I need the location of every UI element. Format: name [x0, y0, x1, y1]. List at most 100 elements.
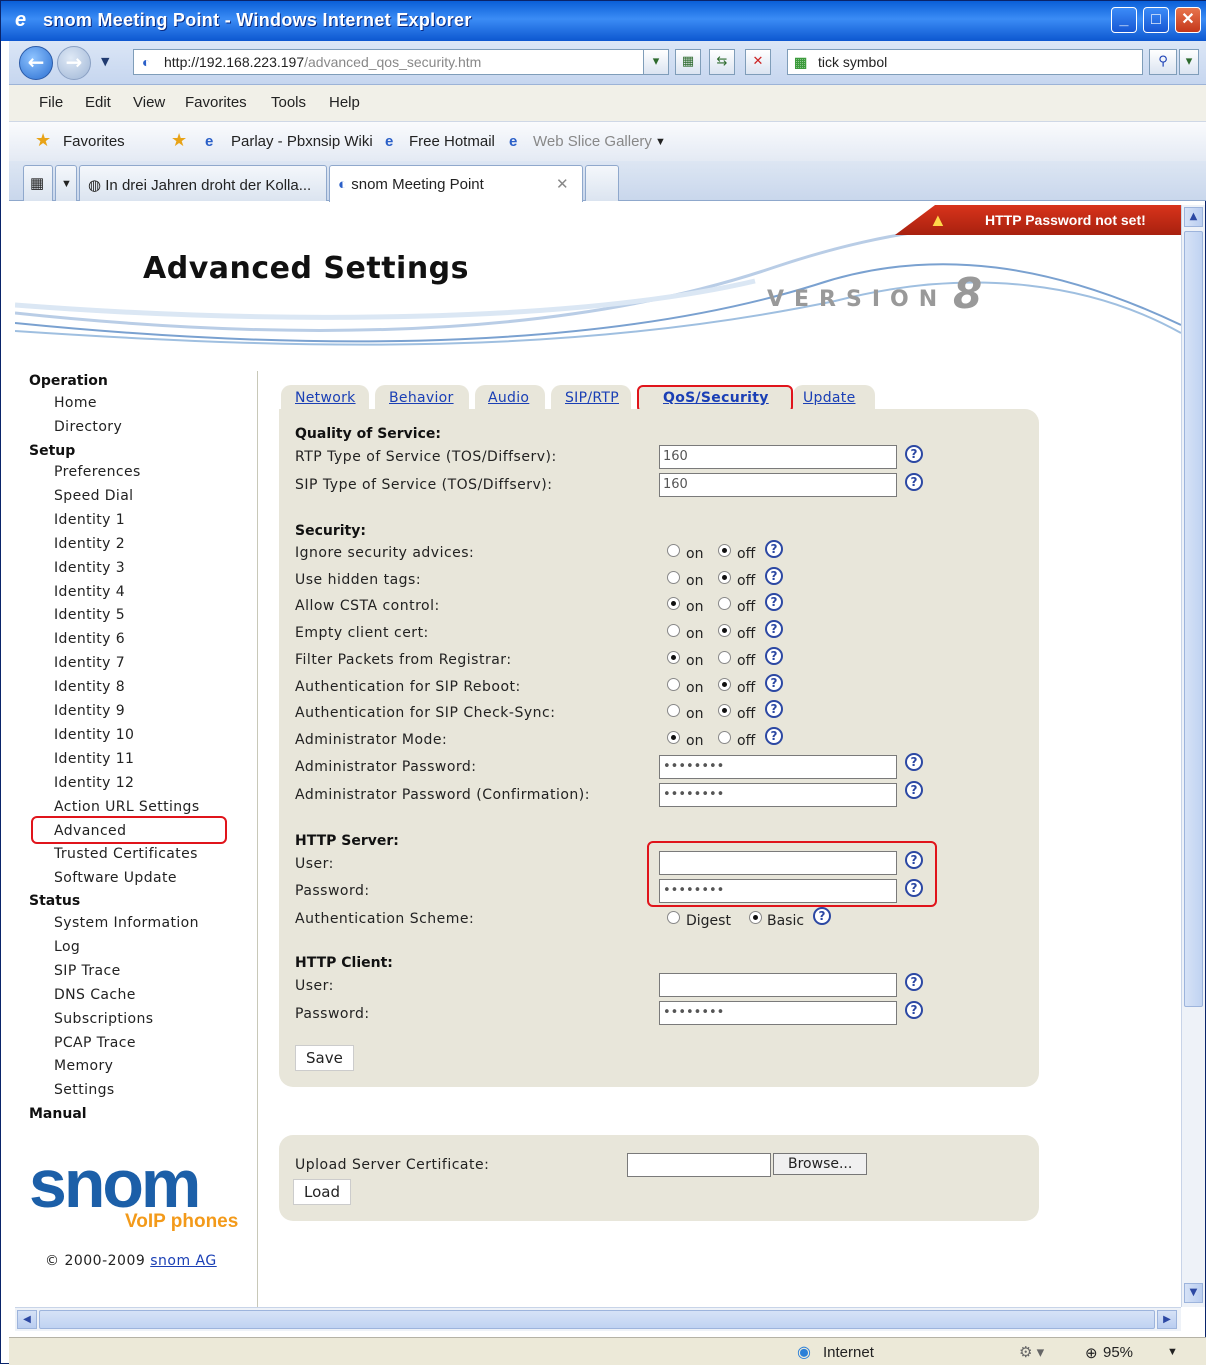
sip-tos-input[interactable]: 160: [659, 473, 897, 497]
help-icon[interactable]: ?: [765, 620, 783, 639]
back-button[interactable]: ←: [19, 46, 53, 80]
nav-item-preferences[interactable]: Preferences: [54, 464, 141, 480]
scroll-right-icon[interactable]: ▶: [1157, 1310, 1177, 1329]
help-icon[interactable]: ?: [905, 1001, 923, 1019]
admin-password-confirm-input[interactable]: ••••••••: [659, 783, 897, 807]
help-icon[interactable]: ?: [765, 646, 783, 665]
off-radio[interactable]: [718, 650, 731, 664]
fav-link-hotmail[interactable]: Free Hotmail: [409, 133, 495, 150]
auth-digest-radio[interactable]: [667, 911, 680, 924]
nav-item-advanced[interactable]: Advanced: [54, 823, 126, 839]
help-icon[interactable]: ?: [765, 566, 783, 585]
scroll-thumb-h[interactable]: [39, 1310, 1155, 1329]
nav-item-settings[interactable]: Settings: [54, 1082, 115, 1098]
search-input[interactable]: ▦ tick symbol: [787, 49, 1143, 75]
nav-item-software-update[interactable]: Software Update: [54, 870, 177, 886]
tab-sip-rtp[interactable]: SIP/RTP: [565, 390, 619, 406]
upload-file-input[interactable]: [627, 1153, 771, 1177]
add-favorite-icon[interactable]: ★: [171, 130, 187, 151]
http-client-password-input[interactable]: ••••••••: [659, 1001, 897, 1025]
nav-item-identity-2[interactable]: Identity 2: [54, 536, 125, 552]
tab-audio[interactable]: Audio: [488, 390, 529, 406]
tab-update[interactable]: Update: [803, 390, 856, 406]
browser-tab-2[interactable]: ◐ snom Meeting Point ✕: [329, 165, 583, 202]
off-radio[interactable]: [718, 544, 731, 557]
nav-item-sip-trace[interactable]: SIP Trace: [54, 963, 121, 979]
nav-item-memory[interactable]: Memory: [54, 1058, 113, 1074]
protected-mode-icon[interactable]: ⚙ ▾: [1019, 1343, 1044, 1361]
menu-view[interactable]: View: [133, 94, 165, 111]
zoom-dropdown-icon[interactable]: ▼: [1167, 1346, 1178, 1358]
minimize-button[interactable]: _: [1111, 7, 1137, 33]
nav-item-identity-5[interactable]: Identity 5: [54, 607, 125, 623]
maximize-button[interactable]: □: [1143, 7, 1169, 33]
address-input[interactable]: ◐ http://192.168.223.197/advanced_qos_se…: [133, 49, 669, 75]
help-icon[interactable]: ?: [905, 473, 923, 491]
nav-item-subscriptions[interactable]: Subscriptions: [54, 1011, 153, 1027]
off-radio[interactable]: [718, 624, 731, 638]
address-dropdown-button[interactable]: ▾: [643, 49, 669, 75]
nav-item-identity-3[interactable]: Identity 3: [54, 560, 125, 576]
rtp-tos-input[interactable]: 160: [659, 445, 897, 469]
nav-item-identity-7[interactable]: Identity 7: [54, 655, 125, 671]
chevron-down-icon[interactable]: ▼: [655, 136, 666, 148]
load-button[interactable]: Load: [293, 1179, 351, 1205]
stop-icon[interactable]: ✕: [745, 49, 771, 75]
on-radio[interactable]: [667, 544, 680, 557]
fav-link-webslice[interactable]: Web Slice Gallery: [533, 133, 652, 150]
favorites-button[interactable]: Favorites: [63, 133, 125, 150]
off-radio[interactable]: [718, 570, 731, 584]
browser-tab-1[interactable]: ◍ In drei Jahren droht der Kolla...: [79, 165, 327, 201]
nav-item-log[interactable]: Log: [54, 939, 80, 955]
forward-button[interactable]: →: [57, 46, 91, 80]
nav-item-identity-9[interactable]: Identity 9: [54, 703, 125, 719]
nav-item-speed-dial[interactable]: Speed Dial: [54, 488, 133, 504]
tab-network[interactable]: Network: [295, 390, 356, 406]
off-radio[interactable]: [718, 730, 731, 744]
browse-button[interactable]: Browse...: [773, 1153, 868, 1175]
admin-password-input[interactable]: ••••••••: [659, 755, 897, 779]
tab-behavior[interactable]: Behavior: [389, 390, 454, 406]
off-radio[interactable]: [718, 677, 731, 691]
on-radio[interactable]: [667, 570, 680, 584]
quick-tabs-icon[interactable]: ▦: [23, 165, 53, 201]
auth-basic-radio[interactable]: [749, 911, 762, 924]
help-icon[interactable]: ?: [765, 673, 783, 692]
help-icon[interactable]: ?: [905, 445, 923, 463]
on-radio[interactable]: [667, 730, 680, 744]
nav-item-home[interactable]: Home: [54, 395, 97, 411]
menu-favorites[interactable]: Favorites: [185, 94, 247, 111]
close-tab-icon[interactable]: ✕: [556, 175, 569, 193]
search-icon[interactable]: ⚲: [1149, 49, 1177, 75]
help-icon[interactable]: ?: [813, 907, 831, 925]
compatibility-view-icon[interactable]: ▦: [675, 49, 701, 75]
nav-item-identity-8[interactable]: Identity 8: [54, 679, 125, 695]
nav-item-system-information[interactable]: System Information: [54, 915, 199, 931]
new-tab-button[interactable]: [585, 165, 619, 201]
menu-edit[interactable]: Edit: [85, 94, 111, 111]
nav-item-identity-1[interactable]: Identity 1: [54, 512, 125, 528]
horizontal-scrollbar[interactable]: ◀ ▶: [15, 1307, 1181, 1331]
history-dropdown-icon[interactable]: ▼: [101, 55, 109, 68]
nav-item-action-url-settings[interactable]: Action URL Settings: [54, 799, 200, 815]
scroll-thumb[interactable]: [1184, 231, 1203, 1007]
fav-link-parlay[interactable]: Parlay - Pbxnsip Wiki: [231, 133, 373, 150]
on-radio[interactable]: [667, 624, 680, 638]
nav-item-identity-11[interactable]: Identity 11: [54, 751, 134, 767]
scroll-down-icon[interactable]: ▼: [1184, 1283, 1203, 1303]
nav-item-identity-6[interactable]: Identity 6: [54, 631, 125, 647]
snom-ag-link[interactable]: snom AG: [150, 1253, 217, 1269]
nav-item-pcap-trace[interactable]: PCAP Trace: [54, 1035, 136, 1051]
nav-item-identity-4[interactable]: Identity 4: [54, 584, 125, 600]
vertical-scrollbar[interactable]: ▲ ▼: [1181, 205, 1205, 1307]
search-options-icon[interactable]: ▾: [1179, 49, 1199, 75]
menu-file[interactable]: File: [39, 94, 63, 111]
save-button[interactable]: Save: [295, 1045, 354, 1071]
help-icon[interactable]: ?: [765, 540, 783, 558]
nav-item-dns-cache[interactable]: DNS Cache: [54, 987, 136, 1003]
menu-help[interactable]: Help: [329, 94, 360, 111]
nav-item-identity-12[interactable]: Identity 12: [54, 775, 134, 791]
on-radio[interactable]: [667, 677, 680, 691]
nav-item-trusted-certificates[interactable]: Trusted Certificates: [54, 846, 198, 862]
nav-item-manual[interactable]: Manual: [29, 1106, 87, 1122]
